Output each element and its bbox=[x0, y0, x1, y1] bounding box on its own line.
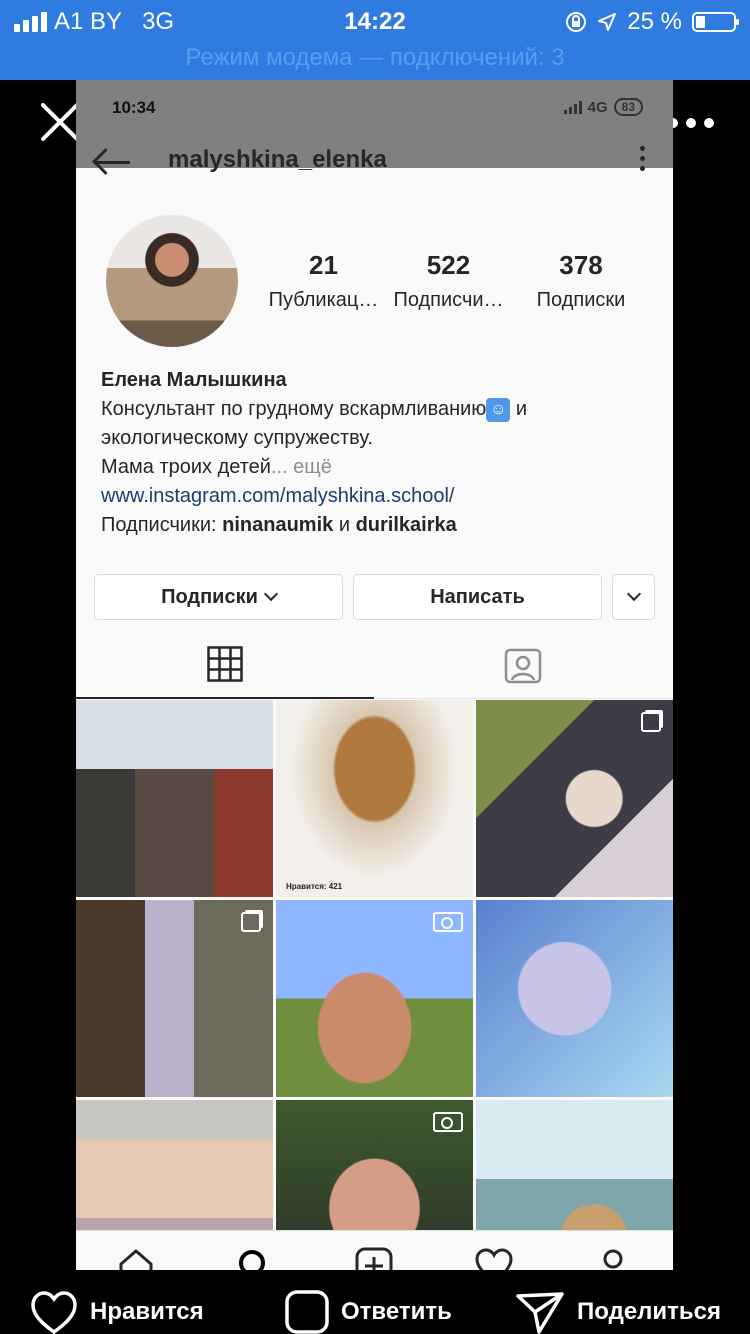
followed-by: Подписчики: ninanaumik и durilkairka bbox=[101, 514, 457, 536]
stat-following[interactable]: 378 Подписки bbox=[516, 250, 646, 312]
share-arrow-icon bbox=[516, 1292, 564, 1334]
profile-link[interactable]: www.instagram.com/malyshkina.school/ bbox=[101, 482, 661, 511]
tagged-user-icon bbox=[504, 648, 542, 684]
video-camera-icon bbox=[433, 1112, 463, 1132]
battery-icon bbox=[692, 12, 739, 32]
post-thumbnail[interactable] bbox=[76, 900, 273, 1097]
post-likes-caption: Нравится: 421 bbox=[286, 882, 343, 891]
orientation-lock-icon bbox=[566, 12, 587, 32]
bottom-nav bbox=[76, 1230, 673, 1270]
profile-name: Елена Малышкина bbox=[101, 369, 287, 391]
chevron-down-icon bbox=[626, 586, 641, 602]
bio-line-1: Консультант по грудному вскармливанию ☺ и bbox=[101, 397, 528, 422]
location-arrow-icon bbox=[598, 13, 617, 31]
following-button[interactable]: Подписки bbox=[94, 574, 343, 620]
tab-grid[interactable] bbox=[76, 628, 374, 699]
heart-icon bbox=[31, 1291, 77, 1334]
activity-heart-icon[interactable] bbox=[474, 1246, 514, 1270]
story-screenshot: 10:34 4G 83 malyshkina_elenka 21 Публика… bbox=[76, 80, 673, 1270]
carousel-icon bbox=[641, 712, 661, 732]
share-button[interactable]: Поделиться bbox=[515, 1290, 721, 1334]
inner-status-right: 4G 83 bbox=[563, 98, 643, 116]
inner-signal-icon bbox=[563, 100, 582, 114]
inner-network: 4G bbox=[587, 98, 608, 116]
follower-link[interactable]: ninanaumik bbox=[222, 514, 333, 536]
message-button[interactable]: Написать bbox=[353, 574, 602, 620]
kebab-menu-icon[interactable] bbox=[640, 146, 645, 171]
post-thumbnail[interactable] bbox=[276, 900, 473, 1097]
search-icon[interactable] bbox=[235, 1246, 275, 1270]
carousel-icon bbox=[241, 912, 261, 932]
baby-emoji-icon: ☺ bbox=[486, 397, 511, 422]
video-camera-icon bbox=[433, 912, 463, 932]
bio-more-link[interactable]: ... ещё bbox=[271, 456, 332, 478]
post-thumbnail[interactable] bbox=[476, 900, 673, 1097]
profile-username: malyshkina_elenka bbox=[168, 146, 387, 173]
tab-tagged[interactable] bbox=[374, 628, 673, 697]
stat-posts[interactable]: 21 Публикац… bbox=[266, 250, 381, 312]
reply-button[interactable]: Ответить bbox=[285, 1290, 452, 1334]
chevron-down-icon bbox=[263, 586, 278, 602]
post-thumbnail[interactable] bbox=[76, 700, 273, 897]
stat-followers[interactable]: 522 Подписчи… bbox=[381, 250, 516, 312]
profile-header: malyshkina_elenka bbox=[76, 140, 673, 188]
profile-icon[interactable] bbox=[593, 1246, 633, 1270]
posts-grid: Нравится: 421 bbox=[76, 700, 673, 1270]
profile-tabs bbox=[76, 628, 673, 699]
follower-link[interactable]: durilkairka bbox=[356, 514, 457, 536]
profile-stats: 21 Публикац… 522 Подписчи… 378 Подписки bbox=[266, 250, 646, 312]
add-post-icon[interactable] bbox=[354, 1246, 394, 1270]
hotspot-banner[interactable]: Режим модема — подключений: 3 bbox=[0, 44, 750, 72]
post-thumbnail[interactable] bbox=[476, 700, 673, 897]
status-bar: A1 BY 3G 14:22 25 % Режим модема — подкл… bbox=[0, 0, 750, 80]
post-thumbnail[interactable]: Нравится: 421 bbox=[276, 700, 473, 897]
inner-clock: 10:34 bbox=[112, 98, 156, 117]
grid-icon bbox=[207, 646, 243, 682]
profile-bio: Елена Малышкина Консультант по грудному … bbox=[101, 366, 661, 540]
avatar[interactable] bbox=[106, 215, 238, 347]
like-button[interactable]: Нравится bbox=[30, 1290, 204, 1334]
reply-bubble-icon bbox=[285, 1290, 329, 1334]
inner-battery: 83 bbox=[613, 98, 643, 116]
more-options-icon[interactable] bbox=[668, 118, 714, 128]
bio-line-3: Мама троих детей... ещё bbox=[101, 456, 332, 478]
viewer-action-bar: Нравится Ответить Поделиться bbox=[0, 1290, 750, 1334]
suggestions-button[interactable] bbox=[612, 574, 655, 620]
bio-line-2: экологическому супружеству. bbox=[101, 427, 373, 449]
battery-percent: 25 % bbox=[627, 8, 682, 35]
back-arrow-icon[interactable] bbox=[92, 146, 132, 178]
profile-actions: Подписки Написать bbox=[94, 574, 655, 620]
home-icon[interactable] bbox=[116, 1246, 156, 1270]
status-right: 25 % bbox=[565, 8, 739, 36]
